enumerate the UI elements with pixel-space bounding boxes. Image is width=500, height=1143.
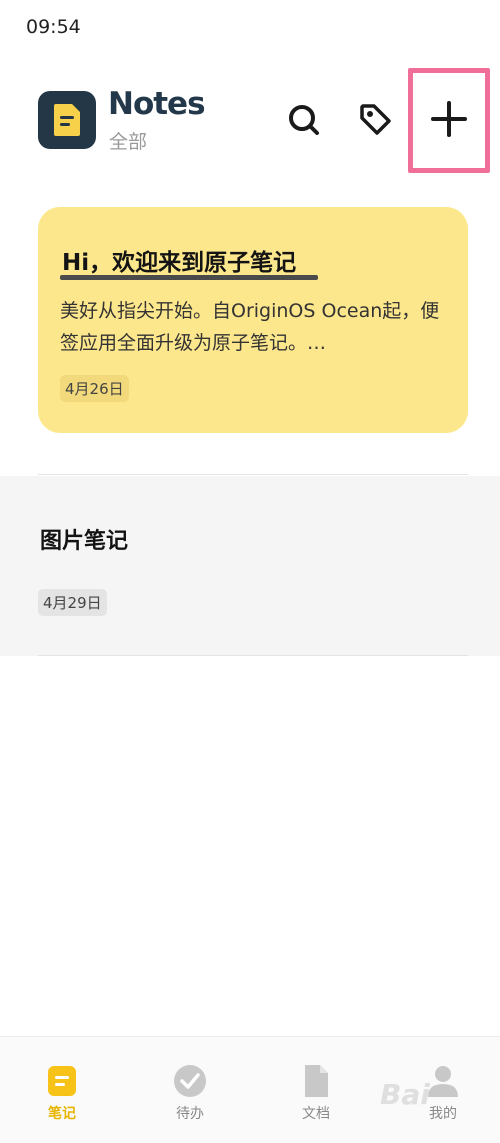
nav-label: 文档 [302,1106,330,1122]
divider [38,474,468,475]
plus-icon [431,101,467,137]
nav-item-notes[interactable]: 笔记 [12,1037,112,1143]
check-circle-icon [174,1065,206,1097]
nav-label: 待办 [176,1106,204,1122]
app-title: Notes [108,86,206,122]
tag-icon [360,104,391,135]
app-header: Notes 全部 [0,80,500,180]
search-button[interactable] [284,100,324,140]
nav-item-docs[interactable]: 文档 [266,1037,366,1143]
nav-item-profile[interactable]: 我的 [393,1037,493,1143]
nav-label: 我的 [429,1106,457,1122]
divider [38,655,468,656]
add-note-button[interactable] [428,98,470,140]
nav-label: 笔记 [48,1106,76,1122]
tag-button[interactable] [356,100,396,140]
note-card[interactable]: Hi，欢迎来到原子笔记 美好从指尖开始。自OriginOS Ocean起，便签应… [38,207,468,433]
note-preview: 美好从指尖开始。自OriginOS Ocean起，便签应用全面升级为原子笔记。… [60,300,440,354]
document-icon [305,1065,328,1097]
note-title: Hi，欢迎来到原子笔记 [62,250,297,276]
note-date: 4月26日 [60,375,129,402]
bottom-nav: 笔记 待办 文档 我的 [0,1036,500,1143]
note-title: 图片笔记 [40,529,129,554]
note-date: 4月29日 [38,589,107,616]
person-icon [428,1066,458,1097]
status-bar: 09:54 [0,0,500,56]
nav-item-todo[interactable]: 待办 [140,1037,240,1143]
status-time: 09:54 [26,16,81,38]
filter-label[interactable]: 全部 [109,127,147,154]
note-card[interactable]: 图片笔记 4月29日 [0,476,500,656]
app-logo-icon [38,91,96,149]
note-icon [48,1066,76,1096]
title-underline [60,275,318,280]
search-icon [289,105,319,135]
